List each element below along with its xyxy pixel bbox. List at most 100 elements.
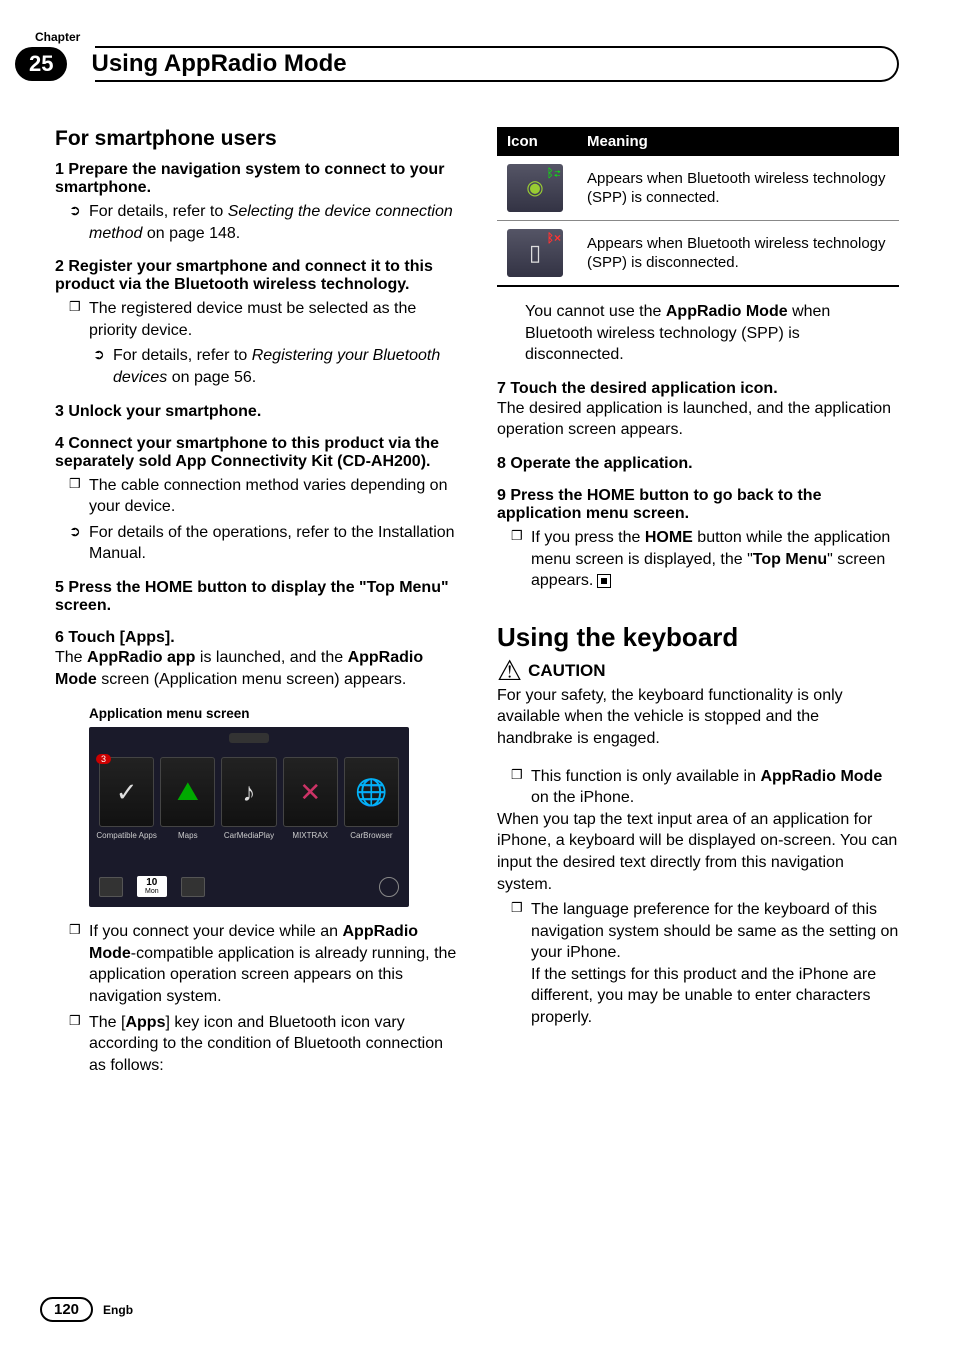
label: Compatible Apps bbox=[96, 831, 156, 840]
t: If you connect your device while an bbox=[89, 923, 342, 940]
section-end-icon bbox=[597, 574, 611, 588]
page-number: 120 bbox=[40, 1297, 93, 1322]
app-bottom-bar: 10 Mon bbox=[99, 876, 399, 897]
label: Maps bbox=[178, 831, 198, 840]
t: on the iPhone. bbox=[531, 789, 634, 806]
label: CarMediaPlay bbox=[224, 831, 274, 840]
post-note1: If you connect your device while an AppR… bbox=[55, 921, 457, 1007]
meaning-connected: Appears when Bluetooth wireless technolo… bbox=[577, 156, 899, 221]
t: is launched, and the bbox=[195, 649, 347, 666]
content-columns: For smartphone users 1 Prepare the navig… bbox=[55, 127, 899, 1076]
page-footer: 120 Engb bbox=[40, 1297, 133, 1322]
step8-heading: 8 Operate the application. bbox=[497, 455, 899, 473]
left-column: For smartphone users 1 Prepare the navig… bbox=[55, 127, 457, 1076]
table-row: ▯ ᛒ× Appears when Bluetooth wireless tec… bbox=[497, 221, 899, 287]
step7-body: The desired application is launched, and… bbox=[497, 398, 899, 441]
phone-icon: ▯ bbox=[529, 239, 541, 268]
label: CarBrowser bbox=[350, 831, 392, 840]
bt-note: You cannot use the AppRadio Mode when Bl… bbox=[497, 301, 899, 366]
icon-cell-disconnected: ▯ ᛒ× bbox=[497, 221, 577, 287]
warning-icon: ⚠ bbox=[497, 657, 522, 685]
th-icon: Icon bbox=[497, 127, 577, 156]
flag-icon bbox=[99, 877, 123, 897]
icon-meaning-table: Icon Meaning ◉ ᛒ⇄ Appears when Bluetooth… bbox=[497, 127, 899, 287]
bluetooth-disconnected-icon: ᛒ× bbox=[547, 231, 561, 247]
date-day: Mon bbox=[145, 888, 159, 895]
step6-body: The AppRadio app is launched, and the Ap… bbox=[55, 647, 457, 690]
check-icon: ✓ bbox=[116, 777, 138, 808]
mixtrax-icon: ✕ bbox=[299, 777, 321, 808]
t: AppRadio app bbox=[87, 649, 195, 666]
section-using-keyboard: Using the keyboard bbox=[497, 622, 899, 653]
step4-detail1: The cable connection method varies depen… bbox=[55, 475, 457, 518]
t: This function is only available in bbox=[531, 768, 760, 785]
step5-heading: 5 Press the HOME button to display the "… bbox=[55, 579, 457, 615]
globe-icon: 🌐 bbox=[355, 777, 387, 808]
screen-icon bbox=[181, 877, 205, 897]
t: You cannot use the bbox=[525, 303, 666, 320]
step1-heading: 1 Prepare the navigation system to conne… bbox=[55, 161, 457, 197]
t: screen (Application menu screen) appears… bbox=[97, 671, 407, 688]
step9-heading: 9 Press the HOME button to go back to th… bbox=[497, 487, 899, 523]
date-widget: 10 Mon bbox=[137, 876, 167, 897]
t: The [ bbox=[89, 1014, 125, 1031]
table-header-row: Icon Meaning bbox=[497, 127, 899, 156]
meaning-disconnected: Appears when Bluetooth wireless technolo… bbox=[577, 221, 899, 287]
app-tile-compatible: 3 ✓ Compatible Apps bbox=[99, 757, 154, 827]
kb-note1: This function is only available in AppRa… bbox=[497, 766, 899, 809]
application-menu-screenshot: 3 ✓ Compatible Apps ⛰ Maps ♪ CarMediaPla… bbox=[89, 727, 409, 907]
t: HOME bbox=[645, 529, 693, 546]
app-icon-bt-disconnected: ▯ ᛒ× bbox=[507, 229, 563, 277]
step2-detail2: For details, refer to Registering your B… bbox=[55, 345, 457, 388]
step2-detail1: The registered device must be selected a… bbox=[55, 298, 457, 341]
t: on page 148. bbox=[142, 225, 240, 242]
t: For details, refer to bbox=[113, 347, 252, 364]
kb-body: When you tap the text input area of an a… bbox=[497, 809, 899, 895]
date-num: 10 bbox=[146, 877, 157, 888]
t: AppRadio Mode bbox=[760, 768, 882, 785]
label: MIXTRAX bbox=[292, 831, 328, 840]
step6-heading: 6 Touch [Apps]. bbox=[55, 629, 457, 647]
step7-heading: 7 Touch the desired application icon. bbox=[497, 380, 899, 398]
th-meaning: Meaning bbox=[577, 127, 899, 156]
chapter-header: 25 Using AppRadio Mode bbox=[15, 46, 899, 82]
step1-detail: For details, refer to Selecting the devi… bbox=[55, 201, 457, 244]
android-icon: ◉ bbox=[526, 175, 543, 201]
page-language: Engb bbox=[103, 1303, 133, 1317]
caution-label: CAUTION bbox=[528, 661, 605, 681]
t: Apps bbox=[125, 1014, 165, 1031]
step2-heading: 2 Register your smartphone and connect i… bbox=[55, 258, 457, 294]
t: -compatible application is already runni… bbox=[89, 945, 456, 1005]
t: AppRadio Mode bbox=[666, 303, 788, 320]
app-tile-mixtrax: ✕ MIXTRAX bbox=[283, 757, 338, 827]
t: For details, refer to bbox=[89, 203, 228, 220]
step3-heading: 3 Unlock your smartphone. bbox=[55, 403, 457, 421]
t: The bbox=[55, 649, 87, 666]
chapter-number: 25 bbox=[15, 47, 67, 81]
badge-icon: 3 bbox=[96, 754, 111, 764]
right-column: Icon Meaning ◉ ᛒ⇄ Appears when Bluetooth… bbox=[497, 127, 899, 1076]
app-icon-bt-connected: ◉ ᛒ⇄ bbox=[507, 164, 563, 212]
section-smartphone-users: For smartphone users bbox=[55, 127, 457, 151]
maps-icon: ⛰ bbox=[177, 776, 199, 808]
step9-detail: If you press the HOME button while the a… bbox=[497, 527, 899, 592]
figure-caption: Application menu screen bbox=[89, 706, 457, 721]
app-tile-row: 3 ✓ Compatible Apps ⛰ Maps ♪ CarMediaPla… bbox=[99, 757, 399, 827]
step4-heading: 4 Connect your smartphone to this produc… bbox=[55, 435, 457, 471]
app-topbar-icon bbox=[229, 733, 269, 743]
t: on page 56. bbox=[167, 369, 256, 386]
chapter-title: Using AppRadio Mode bbox=[91, 50, 346, 78]
icon-cell-connected: ◉ ᛒ⇄ bbox=[497, 156, 577, 221]
bluetooth-connected-icon: ᛒ⇄ bbox=[547, 166, 561, 182]
app-tile-media: ♪ CarMediaPlay bbox=[221, 757, 276, 827]
chapter-title-pill: Using AppRadio Mode bbox=[77, 46, 899, 82]
app-tile-maps: ⛰ Maps bbox=[160, 757, 215, 827]
step4-detail2: For details of the operations, refer to … bbox=[55, 522, 457, 565]
clock-icon bbox=[379, 877, 399, 897]
caution-row: ⚠ CAUTION bbox=[497, 657, 899, 685]
chapter-label: Chapter bbox=[35, 30, 899, 44]
music-icon: ♪ bbox=[243, 777, 256, 808]
t: Top Menu bbox=[753, 551, 827, 568]
post-note2: The [Apps] key icon and Bluetooth icon v… bbox=[55, 1012, 457, 1077]
table-row: ◉ ᛒ⇄ Appears when Bluetooth wireless tec… bbox=[497, 156, 899, 221]
